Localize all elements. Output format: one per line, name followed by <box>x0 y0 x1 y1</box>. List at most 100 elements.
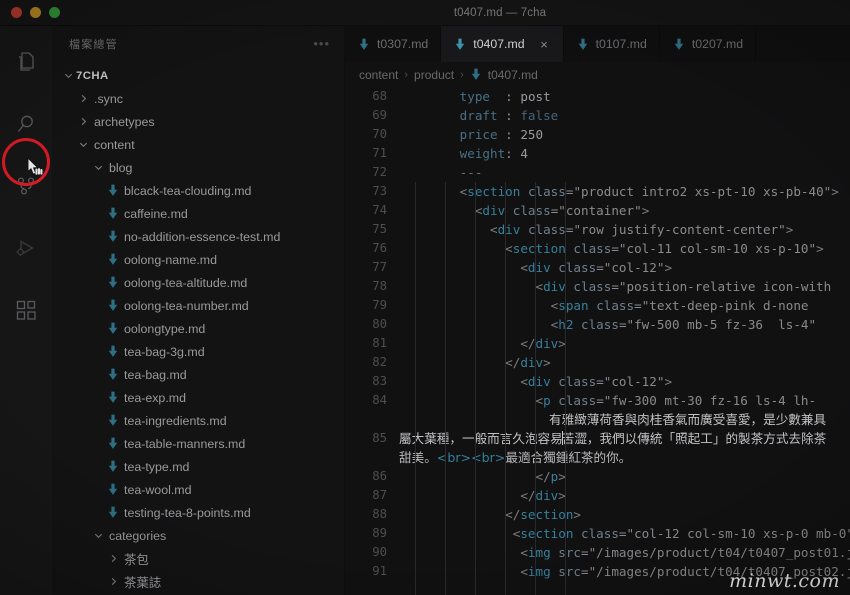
code-token: < <box>505 241 513 256</box>
editor-tab[interactable]: t0307.md <box>345 26 442 62</box>
chevron-right-icon[interactable] <box>105 553 121 564</box>
chevron-down-icon[interactable] <box>90 162 106 173</box>
tree-file-item[interactable]: blcack-tea-clouding.md <box>52 179 344 202</box>
tree-folder-item[interactable]: .sync <box>52 87 344 110</box>
chevron-right-icon[interactable] <box>105 576 121 587</box>
activity-item-extensions[interactable] <box>3 288 49 332</box>
tree-item-label: oolong-tea-altitude.md <box>124 275 248 290</box>
code-line-text: --- <box>399 163 850 182</box>
code-editor[interactable]: 68 type : post 69 draft : false 70 price :… <box>345 87 850 595</box>
code-token: div <box>482 203 506 218</box>
code-line-text: 屬大葉種，一般而言久泡容易苦澀，我們以傳統「照起工」的製茶方式去除茶 <box>399 429 850 448</box>
tree-folder-item[interactable]: categories <box>52 524 344 547</box>
editor-tab-bar: t0307.md t0407.md × t0107.md t0207.md <box>345 26 850 62</box>
code-token: <br> <box>471 450 506 465</box>
tree-file-item[interactable]: oolong-tea-number.md <box>52 294 344 317</box>
code-token: : <box>497 108 521 123</box>
code-line-text: <p class="fw-300 mt-30 fz-16 ls-4 lh- <box>399 391 850 410</box>
breadcrumb-item[interactable]: product <box>414 68 454 82</box>
code-line: 69 draft : false <box>345 106 850 125</box>
code-line: 72 --- <box>345 163 850 182</box>
activity-item-search[interactable] <box>3 102 49 146</box>
tree-file-item[interactable]: oolong-name.md <box>52 248 344 271</box>
breadcrumb-item[interactable]: t0407.md <box>488 68 538 82</box>
search-icon <box>14 112 38 136</box>
code-token: ="/images/product/t04/t0407_post01.j <box>581 545 850 560</box>
tree-folder-item[interactable]: 茶葉誌 <box>52 570 344 593</box>
tree-item-label: oolongtype.md <box>124 321 206 336</box>
code-lines: 68 type : post 69 draft : false 70 price :… <box>345 87 850 581</box>
activity-item-explorer[interactable] <box>3 40 49 84</box>
tree-file-item[interactable]: tea-ingredients.md <box>52 409 344 432</box>
tree-file-item[interactable]: tea-table-manners.md <box>52 432 344 455</box>
breadcrumb: content › product › t0407.md <box>345 62 850 87</box>
explorer-more-actions-button[interactable]: ••• <box>313 37 330 50</box>
code-token: section <box>512 241 566 256</box>
markdown-file-icon <box>105 299 121 312</box>
tree-file-item[interactable]: tea-bag-3g.md <box>52 340 344 363</box>
chevron-down-icon[interactable] <box>75 139 91 150</box>
chevron-down-icon[interactable] <box>60 70 76 81</box>
breadcrumb-separator-icon: › <box>460 68 464 81</box>
file-tree: 7CHA .sync archetypes content blog blcack-tea… <box>52 61 344 595</box>
tree-file-item[interactable]: tea-exp.md <box>52 386 344 409</box>
breadcrumb-item[interactable]: content <box>359 68 398 82</box>
markdown-file-icon <box>105 207 121 220</box>
chevron-down-icon[interactable] <box>90 530 106 541</box>
editor-tab[interactable]: t0107.md <box>563 26 660 62</box>
markdown-file-icon <box>673 38 685 51</box>
line-number: 69 <box>372 108 387 122</box>
markdown-file-icon <box>105 483 121 496</box>
tree-file-item[interactable]: tea-bag.md <box>52 363 344 386</box>
code-token: ="col-11 col-sm-10 xs-p-10" <box>611 241 817 256</box>
line-number: 77 <box>372 260 387 274</box>
tree-folder-item[interactable]: archetypes <box>52 110 344 133</box>
line-number: 82 <box>372 355 387 369</box>
line-number: 76 <box>372 241 387 255</box>
chevron-right-icon[interactable] <box>75 93 91 104</box>
tree-folder-item[interactable]: 茶包 <box>52 547 344 570</box>
tree-file-item[interactable]: no-addition-essence-test.md <box>52 225 344 248</box>
tree-file-item[interactable]: tea-wool.md <box>52 478 344 501</box>
code-line-text: <img src="/images/product/t04/t0407_post… <box>399 562 850 581</box>
tree-file-item[interactable]: caffeine.md <box>52 202 344 225</box>
code-token: </ <box>505 507 521 522</box>
editor-tab[interactable]: t0207.md <box>659 26 757 62</box>
markdown-file-icon <box>105 437 121 450</box>
tree-file-item[interactable]: oolongtype.md <box>52 317 344 340</box>
tree-file-item[interactable]: oolong-tea-altitude.md <box>52 271 344 294</box>
tree-file-item[interactable]: testing-tea-8-points.md <box>52 501 344 524</box>
code-token: : <box>497 127 521 142</box>
tree-folder-item[interactable]: 7CHA <box>52 64 344 87</box>
activity-item-run-and-debug[interactable] <box>3 226 49 270</box>
markdown-file-icon <box>358 38 370 51</box>
chevron-right-icon[interactable] <box>75 116 91 127</box>
editor-tab[interactable]: t0407.md × <box>441 26 564 62</box>
markdown-file-icon <box>105 184 121 197</box>
code-token: < <box>520 374 528 389</box>
code-token: class <box>558 374 597 389</box>
tree-folder-item[interactable]: blog <box>52 156 344 179</box>
code-token: ="row justify-content-center" <box>565 222 786 237</box>
tree-item-label: oolong-name.md <box>124 252 217 267</box>
line-number: 80 <box>372 317 387 331</box>
tree-file-item[interactable]: tea-type.md <box>52 455 344 478</box>
tree-item-label: tea-exp.md <box>124 390 186 405</box>
code-line-text: <section class="col-12 col-sm-10 xs-p-0 … <box>399 524 850 543</box>
tree-folder-item[interactable]: content <box>52 133 344 156</box>
code-token: <br> <box>436 450 472 465</box>
line-number: 91 <box>372 564 387 578</box>
line-number: 90 <box>372 545 387 559</box>
code-token: ="col-12 col-sm-10 xs-p-0 mb-0" <box>618 526 850 541</box>
code-token: class <box>581 526 619 541</box>
line-number: 74 <box>372 203 387 217</box>
markdown-file-icon <box>105 460 121 473</box>
code-token: class <box>573 241 612 256</box>
tab-close-icon[interactable]: × <box>538 38 551 51</box>
code-token: class <box>558 260 597 275</box>
code-token: </ <box>520 488 536 503</box>
